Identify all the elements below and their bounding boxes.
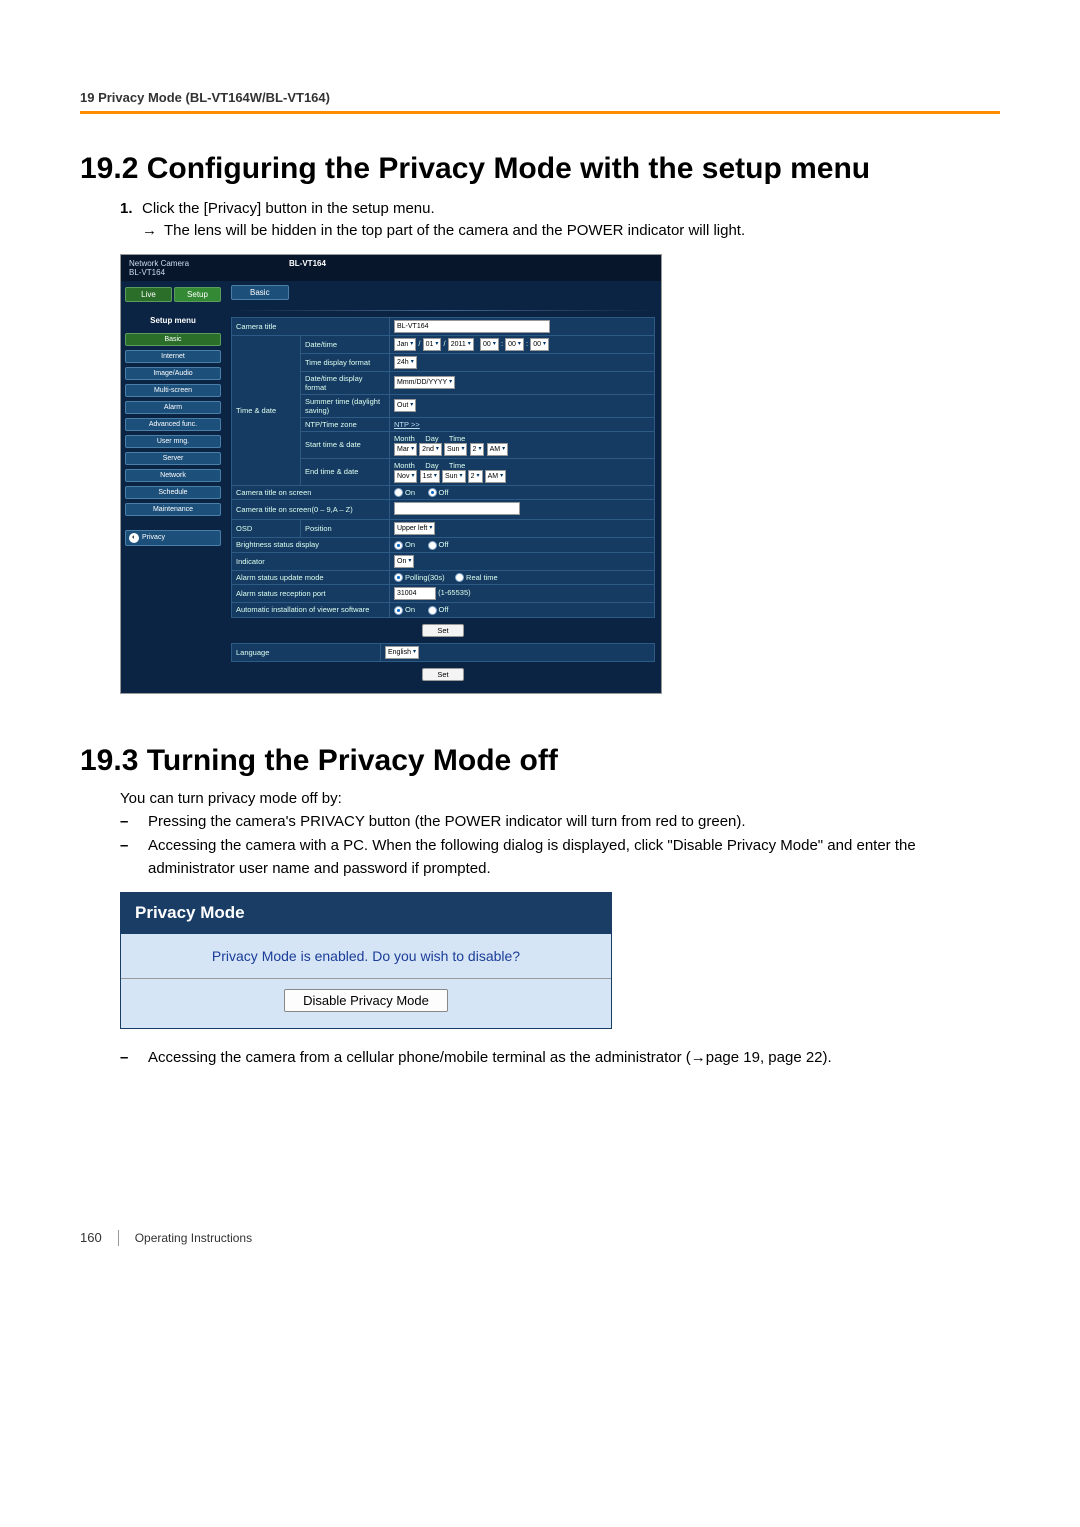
bullet-1: Pressing the camera's PRIVACY button (th… (148, 811, 1000, 834)
start-dow-select[interactable]: Sun (444, 443, 467, 456)
setup-menu-screenshot: Network Camera BL-VT164 BL-VT164 Live Se… (120, 254, 662, 694)
second-select[interactable]: 00 (530, 338, 549, 351)
datetime-display-select[interactable]: Mmm/DD/YYYY (394, 376, 455, 389)
bullet-dash: – (120, 835, 148, 880)
end-month-select[interactable]: Nov (394, 470, 417, 483)
alarm-reception-port-label: Alarm status reception port (232, 585, 390, 603)
nav-network[interactable]: Network (125, 469, 221, 482)
camera-title-label: Camera title (232, 317, 390, 335)
footer-label: Operating Instructions (135, 1231, 252, 1245)
ntp-link[interactable]: NTP >> (394, 420, 420, 429)
page-header: 19 Privacy Mode (BL-VT164W/BL-VT164) (80, 90, 1000, 114)
set-button-1[interactable]: Set (422, 624, 463, 637)
start-hour-select[interactable]: 2 (470, 443, 485, 456)
model-label: BL-VT164 (289, 259, 326, 277)
autoinstall-off-radio[interactable] (428, 606, 437, 615)
language-label: Language (232, 643, 381, 661)
polling-radio[interactable] (394, 573, 403, 582)
month-select[interactable]: Jan (394, 338, 416, 351)
bullet-3: Accessing the camera from a cellular pho… (148, 1047, 1000, 1070)
language-select[interactable]: English (385, 646, 419, 659)
nav-schedule[interactable]: Schedule (125, 486, 221, 499)
end-hour-select[interactable]: 2 (468, 470, 483, 483)
bullet-dash: – (120, 1047, 148, 1070)
position-select[interactable]: Upper left (394, 522, 435, 535)
minute-select[interactable]: 00 (505, 338, 524, 351)
port-range-label: (1-65535) (438, 588, 471, 597)
alarm-status-update-label: Alarm status update mode (232, 570, 390, 585)
start-week-select[interactable]: 2nd (419, 443, 442, 456)
footer-separator (118, 1230, 119, 1246)
start-month-select[interactable]: Mar (394, 443, 417, 456)
setup-menu-label: Setup menu (125, 316, 221, 325)
summer-time-select[interactable]: Out (394, 399, 416, 412)
time-display-select[interactable]: 24h (394, 356, 417, 369)
set-button-2[interactable]: Set (422, 668, 463, 681)
nav-basic[interactable]: Basic (125, 333, 221, 346)
section-19-2-title: 19.2 Configuring the Privacy Mode with t… (80, 152, 1000, 186)
brightness-on-radio[interactable] (394, 541, 403, 550)
year-select[interactable]: 2011 (448, 338, 474, 351)
end-dow-select[interactable]: Sun (442, 470, 465, 483)
nav-image-audio[interactable]: Image/Audio (125, 367, 221, 380)
indicator-select[interactable]: On (394, 555, 414, 568)
datetime-label: Date/time (301, 335, 390, 353)
autoinstall-on-radio[interactable] (394, 606, 403, 615)
brightness-off-radio[interactable] (428, 541, 437, 550)
privacy-icon: ◐ (129, 533, 139, 543)
ntp-time-zone-label: NTP/Time zone (301, 417, 390, 431)
setup-tab[interactable]: Setup (174, 287, 221, 302)
camera-title-on-screen-label: Camera title on screen (232, 485, 390, 500)
end-time-label: End time & date (301, 458, 390, 485)
port-input[interactable]: 31004 (394, 587, 436, 600)
camera-title-chars-label: Camera title on screen(0 – 9,A – Z) (232, 500, 390, 520)
live-tab[interactable]: Live (125, 287, 172, 302)
nav-privacy-label: Privacy (142, 534, 165, 541)
nav-maintenance[interactable]: Maintenance (125, 503, 221, 516)
bullet-dash: – (120, 811, 148, 834)
section-19-3-title: 19.3 Turning the Privacy Mode off (80, 744, 1000, 778)
end-ampm-select[interactable]: AM (485, 470, 507, 483)
page-number: 160 (80, 1230, 102, 1245)
day-select[interactable]: 01 (423, 338, 442, 351)
step-text: Click the [Privacy] button in the setup … (142, 198, 1000, 220)
nav-privacy[interactable]: ◐ Privacy (125, 530, 221, 546)
cts-off-radio[interactable] (428, 488, 437, 497)
time-date-group: Time & date (232, 335, 301, 485)
indicator-label: Indicator (232, 552, 390, 570)
main-tab-basic[interactable]: Basic (231, 285, 289, 300)
nav-user-mng[interactable]: User mng. (125, 435, 221, 448)
step-number: 1. (120, 198, 142, 220)
device-name-label: Network Camera BL-VT164 (129, 259, 189, 277)
start-ampm-select[interactable]: AM (487, 443, 509, 456)
disable-privacy-mode-button[interactable]: Disable Privacy Mode (284, 989, 448, 1012)
step-sub-text: The lens will be hidden in the top part … (164, 220, 1000, 242)
end-week-select[interactable]: 1st (420, 470, 440, 483)
summer-time-label: Summer time (daylight saving) (301, 394, 390, 417)
bullet-2: Accessing the camera with a PC. When the… (148, 835, 1000, 880)
position-label: Position (301, 520, 390, 538)
start-time-label: Start time & date (301, 431, 390, 458)
auto-install-viewer-label: Automatic installation of viewer softwar… (232, 603, 390, 618)
nav-advanced[interactable]: Advanced func. (125, 418, 221, 431)
privacy-mode-dialog: Privacy Mode Privacy Mode is enabled. Do… (120, 892, 612, 1029)
realtime-radio[interactable] (455, 573, 464, 582)
dialog-message: Privacy Mode is enabled. Do you wish to … (121, 933, 611, 979)
hour-select[interactable]: 00 (480, 338, 499, 351)
nav-alarm[interactable]: Alarm (125, 401, 221, 414)
nav-multi-screen[interactable]: Multi-screen (125, 384, 221, 397)
osd-label: OSD (232, 520, 301, 538)
nav-server[interactable]: Server (125, 452, 221, 465)
nav-internet[interactable]: Internet (125, 350, 221, 363)
datetime-display-format-label: Date/time display format (301, 371, 390, 394)
camera-title-chars-input[interactable] (394, 502, 520, 515)
arrow-icon: → (142, 220, 164, 242)
brightness-status-label: Brightness status display (232, 538, 390, 553)
time-display-format-label: Time display format (301, 353, 390, 371)
intro-text: You can turn privacy mode off by: (120, 790, 1000, 807)
dialog-title: Privacy Mode (121, 893, 611, 933)
camera-title-input[interactable]: BL-VT164 (394, 320, 550, 333)
cts-on-radio[interactable] (394, 488, 403, 497)
